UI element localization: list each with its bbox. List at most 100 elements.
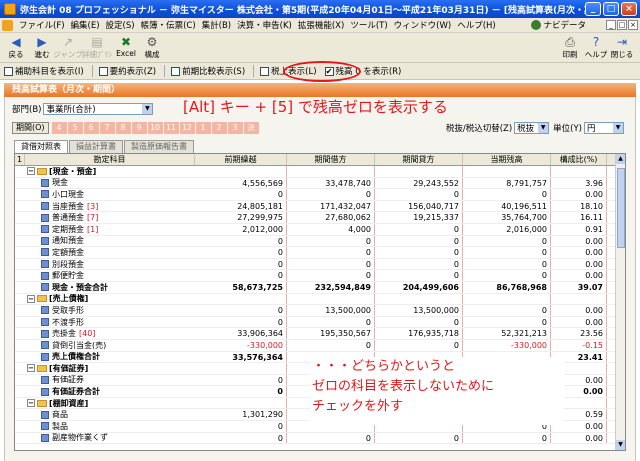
table-row[interactable]: − [売上債権]: [15, 293, 625, 306]
balance-cell[interactable]: 0: [463, 270, 551, 281]
month-10[interactable]: 10: [147, 122, 163, 134]
month-4[interactable]: 4: [51, 122, 67, 134]
checkbox[interactable]: [4, 66, 13, 76]
carryover-cell[interactable]: 0: [195, 247, 287, 258]
table-row[interactable]: 普通預金 [7] 27,299,975 27,680,062 19,215,337 35,…: [15, 212, 625, 224]
credit-cell[interactable]: [375, 293, 463, 305]
ratio-cell[interactable]: 0.00: [551, 305, 607, 316]
account-cell[interactable]: 有価証券: [25, 375, 195, 386]
credit-cell[interactable]: 0: [375, 316, 463, 328]
unit-select[interactable]: 円 ▼: [584, 122, 624, 134]
ratio-cell[interactable]: [551, 293, 607, 305]
tab-balance-sheet[interactable]: 貸借対照表: [14, 140, 68, 153]
ratio-cell[interactable]: 0.00: [551, 432, 607, 444]
month-closing[interactable]: 決: [243, 122, 259, 134]
debit-cell[interactable]: 27,680,062: [287, 212, 375, 223]
debit-cell[interactable]: 0: [287, 432, 375, 444]
month-1[interactable]: 1: [195, 122, 211, 134]
ratio-cell[interactable]: 18.10: [551, 200, 607, 212]
ratio-cell[interactable]: 0.91: [551, 223, 607, 235]
account-cell[interactable]: 売上債権合計: [25, 352, 195, 363]
account-cell[interactable]: 定額預金: [25, 247, 195, 258]
collapse-toggle-icon[interactable]: −: [27, 399, 35, 408]
debit-cell[interactable]: 33,478,740: [287, 177, 375, 189]
department-select[interactable]: 事業所(合計) ▼: [43, 103, 154, 115]
chevron-down-icon[interactable]: ▼: [613, 123, 623, 133]
debit-cell[interactable]: [287, 166, 375, 177]
credit-cell[interactable]: 0: [375, 223, 463, 235]
account-cell[interactable]: 商品: [25, 409, 195, 420]
month-7[interactable]: 7: [99, 122, 115, 134]
child-minimize-button[interactable]: _: [606, 20, 616, 30]
minimize-button[interactable]: _: [585, 2, 601, 16]
account-cell[interactable]: 現金: [25, 178, 195, 189]
summary-view-option[interactable]: 要約表示(Z): [98, 65, 156, 77]
prior-compare-option[interactable]: 前期比較表示(S): [171, 65, 245, 77]
account-cell[interactable]: 当座預金 [3]: [25, 201, 195, 212]
carryover-cell[interactable]: 24,805,181: [195, 200, 287, 212]
ratio-cell[interactable]: 0.00: [551, 235, 607, 247]
month-2[interactable]: 2: [211, 122, 227, 134]
account-cell[interactable]: 受取手形: [25, 305, 195, 316]
debit-cell[interactable]: 0: [287, 235, 375, 247]
header-carryover[interactable]: 前期繰越: [195, 154, 287, 165]
ratio-cell[interactable]: 16.11: [551, 212, 607, 223]
credit-cell[interactable]: 0: [375, 189, 463, 200]
balance-cell[interactable]: [463, 293, 551, 305]
carryover-cell[interactable]: 0: [195, 386, 287, 397]
tax-select[interactable]: 税抜 ▼: [514, 122, 550, 134]
debit-cell[interactable]: 4,000: [287, 223, 375, 235]
carryover-cell[interactable]: 0: [195, 235, 287, 247]
balance-cell[interactable]: 0: [463, 247, 551, 258]
ratio-cell[interactable]: 39.07: [551, 281, 607, 293]
tab-manufacturing-cost[interactable]: 製造原価報告書: [124, 140, 194, 153]
menu-settings[interactable]: 設定(S): [103, 19, 138, 31]
balance-cell[interactable]: 52,321,213: [463, 328, 551, 339]
account-cell[interactable]: 副産物作業くず: [25, 433, 195, 444]
balance-cell[interactable]: 40,196,511: [463, 200, 551, 212]
header-debit[interactable]: 期間借方: [287, 154, 375, 165]
table-row[interactable]: 別段預金 0 0 0 0 0.00: [15, 258, 625, 271]
checkbox[interactable]: [260, 66, 270, 76]
balance-cell[interactable]: 0: [463, 189, 551, 200]
month-8[interactable]: 8: [115, 122, 131, 134]
balance-cell[interactable]: 2,016,000: [463, 223, 551, 235]
account-cell[interactable]: 普通預金 [7]: [25, 212, 195, 223]
account-cell[interactable]: 定期預金 [1]: [25, 224, 195, 235]
debit-cell[interactable]: 13,500,000: [287, 305, 375, 316]
credit-cell[interactable]: 13,500,000: [375, 305, 463, 316]
ratio-cell[interactable]: 23.56: [551, 328, 607, 339]
ratio-cell[interactable]: 0.00: [551, 270, 607, 281]
month-5[interactable]: 5: [67, 122, 83, 134]
scroll-thumb[interactable]: [617, 168, 625, 248]
account-cell[interactable]: 不渡手形: [25, 317, 195, 328]
chevron-down-icon[interactable]: ▼: [538, 123, 549, 133]
carryover-cell[interactable]: [195, 397, 287, 409]
balance-cell[interactable]: 86,768,968: [463, 281, 551, 293]
carryover-cell[interactable]: 33,906,364: [195, 328, 287, 339]
carryover-cell[interactable]: 58,673,725: [195, 281, 287, 293]
account-cell[interactable]: 小口現金: [25, 189, 195, 200]
month-11[interactable]: 11: [163, 122, 179, 134]
table-row[interactable]: 副産物作業くず 0 0 0 0 0.00: [15, 432, 625, 445]
menu-file[interactable]: ファイル(F): [16, 19, 68, 31]
debit-cell[interactable]: 0: [287, 258, 375, 270]
account-cell[interactable]: − [有価証券]: [25, 363, 195, 374]
menu-books[interactable]: 帳簿・伝票(C): [138, 19, 199, 31]
period-button[interactable]: 期間(O): [12, 122, 49, 134]
print-button[interactable]: ⎙ 印刷: [558, 33, 582, 60]
checkbox[interactable]: [171, 66, 181, 76]
balance-cell[interactable]: 0: [463, 235, 551, 247]
debit-cell[interactable]: 0: [287, 316, 375, 328]
account-cell[interactable]: − [棚卸資産]: [25, 398, 195, 409]
ratio-cell[interactable]: [551, 166, 607, 177]
month-3[interactable]: 3: [227, 122, 243, 134]
credit-cell[interactable]: 0: [375, 432, 463, 444]
header-account[interactable]: 勘定科目: [25, 154, 195, 165]
account-cell[interactable]: 郵便貯金: [25, 270, 195, 281]
carryover-cell[interactable]: [195, 166, 287, 177]
account-cell[interactable]: − [売上債権]: [25, 294, 195, 305]
credit-cell[interactable]: 0: [375, 258, 463, 270]
header-ratio[interactable]: 構成比(%): [551, 154, 607, 165]
ratio-cell[interactable]: 0.00: [551, 189, 607, 200]
